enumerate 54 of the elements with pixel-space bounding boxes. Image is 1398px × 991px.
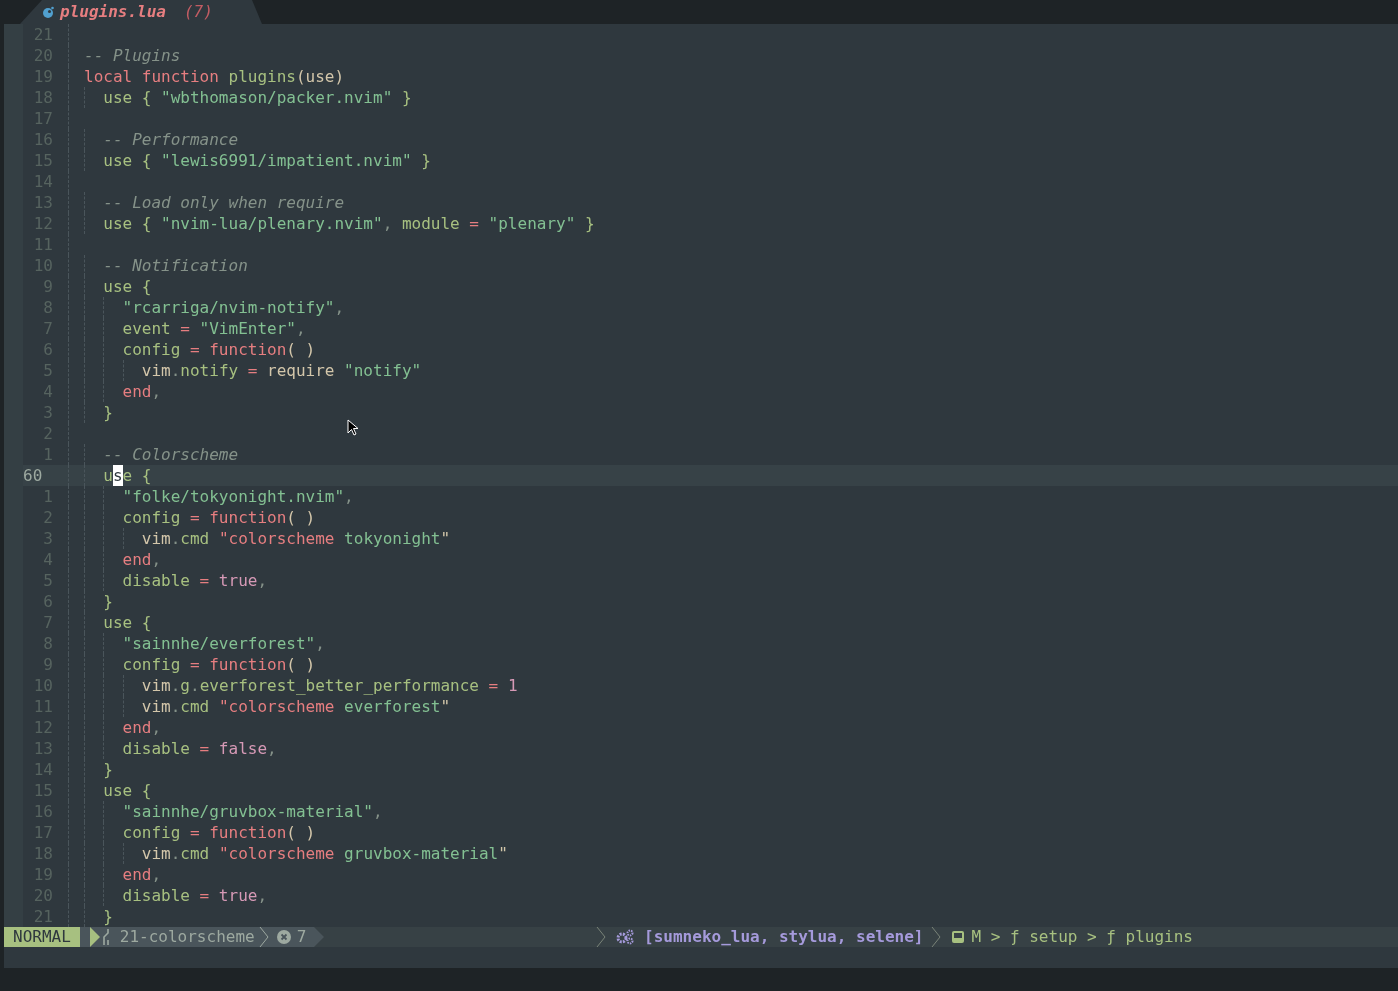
tab-filename: plugins.lua xyxy=(60,1,166,23)
code-line: end, xyxy=(84,549,162,570)
code-line: -- Plugins xyxy=(84,45,181,66)
code-line: end, xyxy=(84,381,162,402)
code-line: use { xyxy=(84,612,152,633)
code-line: local function plugins(use) xyxy=(84,66,345,87)
code-line: use { xyxy=(84,780,152,801)
code-line: use { xyxy=(84,465,152,486)
branch-name: 21-colorscheme xyxy=(119,927,255,947)
code-line: end, xyxy=(84,717,162,738)
code-line: } xyxy=(84,591,113,612)
code-line: config = function( ) xyxy=(84,507,316,528)
code-line: config = function( ) xyxy=(84,822,316,843)
tray-icon xyxy=(951,930,966,944)
code-line: use { "nvim-lua/plenary.nvim", module = "plenary" } xyxy=(84,213,595,234)
code-line: end, xyxy=(84,864,162,885)
chevron-icon xyxy=(596,927,607,947)
code-line: use { "lewis6991/impatient.nvim" } xyxy=(84,150,431,171)
mouse-pointer-icon xyxy=(347,419,361,437)
code-line: "sainnhe/gruvbox-material", xyxy=(84,801,383,822)
branch-icon xyxy=(100,929,111,945)
code-line: } xyxy=(84,402,113,423)
code-line: use { xyxy=(84,276,152,297)
code-line: config = function( ) xyxy=(84,339,316,360)
mode-indicator: NORMAL xyxy=(4,927,80,947)
breadcrumb: M > ƒ setup > ƒ plugins xyxy=(971,927,1193,947)
file-tab[interactable]: plugins.lua (7) xyxy=(20,0,262,24)
code-line: vim.notify = require "notify" xyxy=(84,360,422,381)
code-line: "sainnhe/everforest", xyxy=(84,633,325,654)
code-line: -- Notification xyxy=(84,255,248,276)
lsp-clients: [sumneko_lua, stylua, selene] xyxy=(644,927,924,947)
code-line: vim.cmd "colorscheme tokyonight" xyxy=(84,528,451,549)
chevron-icon xyxy=(931,927,942,947)
code-line: -- Performance xyxy=(84,129,239,150)
chevron-icon xyxy=(258,927,269,947)
tab-count: (7) xyxy=(183,1,213,23)
code-line: config = function( ) xyxy=(84,654,316,675)
code-line: vim.cmd "colorscheme gruvbox-material" xyxy=(84,843,508,864)
code-line: vim.cmd "colorscheme everforest" xyxy=(84,696,451,717)
code-line: use { "wbthomason/packer.nvim" } xyxy=(84,87,412,108)
code-line: "folke/tokyonight.nvim", xyxy=(84,486,354,507)
code-line: "rcarriga/nvim-notify", xyxy=(84,297,345,318)
error-count: 7 xyxy=(296,927,307,947)
line-number: 60 xyxy=(23,465,44,486)
code-line: -- Load only when require xyxy=(84,192,345,213)
code-line: disable = true, xyxy=(84,570,268,591)
code-line: disable = true, xyxy=(84,885,268,906)
error-icon xyxy=(276,930,291,944)
code-line: event = "VimEnter", xyxy=(84,318,306,339)
gear-icon xyxy=(616,929,635,945)
code-line: vim.g.everforest_better_performance = 1 xyxy=(84,675,518,696)
moon-circle-icon xyxy=(42,6,54,18)
code-line: } xyxy=(84,759,113,780)
code-line: disable = false, xyxy=(84,738,277,759)
